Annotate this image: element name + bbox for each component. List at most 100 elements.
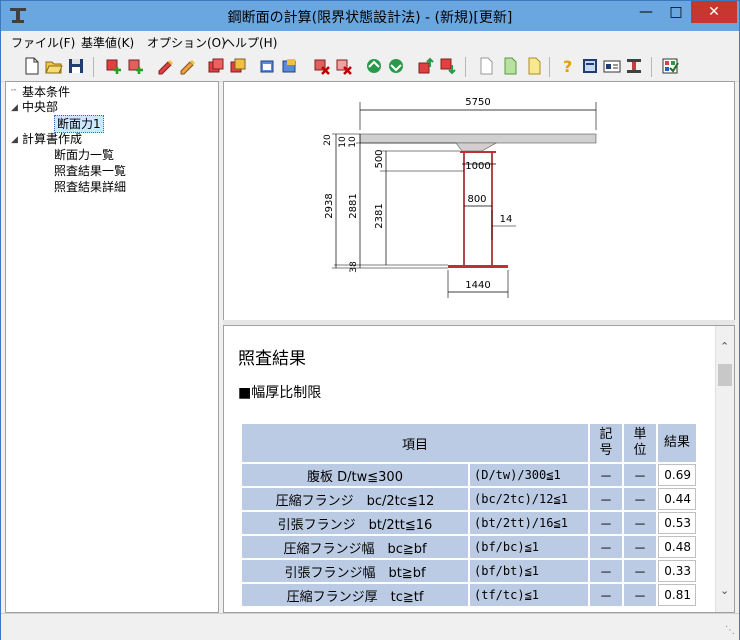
scroll-down-arrow-icon[interactable]: ⌄ [720, 584, 729, 597]
minimize-button[interactable]: — [631, 1, 661, 23]
menu-options[interactable]: オプション(O) [147, 34, 226, 51]
scroll-up-arrow-icon[interactable]: ⌃ [720, 340, 729, 353]
id-card-icon[interactable] [603, 57, 621, 75]
dim-500: 500 [374, 149, 385, 168]
row-formula: (tf/tc)≦1 [470, 584, 588, 606]
toolbar-separator [651, 57, 652, 77]
toolbar: ? [1, 53, 739, 82]
row-item: 圧縮フランジ bc/2tc≦12 [242, 488, 468, 510]
table-row: 引張フランジ bt/2tt≦16 (bt/2tt)/16≦1 － － 0.53 [242, 512, 696, 534]
row-symbol: － [590, 584, 622, 606]
title-bar: 鋼断面の計算(限界状態設計法) - (新規)[更新] — □ ✕ [1, 1, 739, 31]
table-header-row: 項目 記号 単位 結果 [242, 424, 696, 462]
table-row: 圧縮フランジ厚 tc≧tf (tf/tc)≦1 － － 0.81 [242, 584, 696, 606]
copy-section-icon[interactable] [207, 57, 225, 75]
row-symbol: － [590, 488, 622, 510]
yellow-doc-icon[interactable] [525, 57, 543, 75]
row-value: 0.44 [658, 488, 696, 510]
tree-node-report[interactable]: 計算書作成 [22, 131, 82, 147]
green-doc-icon[interactable] [501, 57, 519, 75]
menu-help[interactable]: ヘルプ(H) [223, 34, 277, 51]
app-window: 鋼断面の計算(限界状態設計法) - (新規)[更新] — □ ✕ ファイル(F)… [0, 0, 740, 640]
insert-up-icon[interactable] [417, 57, 435, 75]
row-item: 引張フランジ bt/2tt≦16 [242, 512, 468, 534]
row-item: 圧縮フランジ幅 bc≧bf [242, 536, 468, 558]
table-row: 圧縮フランジ bc/2tc≦12 (bc/2tc)/12≦1 － － 0.44 [242, 488, 696, 510]
move-up-icon[interactable] [365, 57, 383, 75]
save-icon[interactable] [67, 57, 85, 75]
table-row: 腹板 D/tw≦300 (D/tw)/300≦1 － － 0.69 [242, 464, 696, 486]
add-force-icon[interactable] [127, 57, 145, 75]
tree-node-force-list[interactable]: 断面力一覧 [54, 147, 114, 163]
move-down-icon[interactable] [387, 57, 405, 75]
open-folder-icon[interactable] [45, 57, 63, 75]
menu-standard-values[interactable]: 基準値(K) [81, 34, 134, 51]
help-icon[interactable]: ? [559, 57, 577, 75]
paste-force-icon[interactable] [281, 57, 299, 75]
row-symbol: － [590, 560, 622, 582]
result-panel: 照査結果 ■幅厚比制限 項目 記号 単位 結果 腹板 D/tw≦300 (D/t… [223, 325, 735, 613]
row-formula: (D/tw)/300≦1 [470, 464, 588, 486]
maximize-button[interactable]: □ [661, 1, 691, 23]
header-item: 項目 [242, 424, 588, 462]
dim-10-a: 10 [338, 136, 348, 148]
lower-flange [448, 265, 508, 268]
add-section-icon[interactable] [105, 57, 123, 75]
dim-2381: 2381 [374, 203, 385, 228]
copy-force-icon[interactable] [229, 57, 247, 75]
close-button[interactable]: ✕ [691, 1, 737, 23]
delete-force-icon[interactable] [335, 57, 353, 75]
edit-pencil-icon[interactable] [157, 57, 175, 75]
manual-book-icon[interactable] [581, 57, 599, 75]
toolbar-separator [549, 57, 550, 77]
settings-checklist-icon[interactable] [661, 57, 679, 75]
menu-bar: ファイル(F) 基準値(K) オプション(O) ヘルプ(H) [1, 31, 739, 51]
row-value: 0.81 [658, 584, 696, 606]
dim-top-width: 5750 [465, 97, 490, 108]
window-title: 鋼断面の計算(限界状態設計法) - (新規)[更新] [227, 10, 513, 26]
tree-expand-arrow[interactable]: ◢ [11, 103, 18, 113]
result-scrollbar[interactable]: ⌃ ⌄ [715, 326, 734, 612]
dim-10-b: 10 [348, 136, 358, 148]
row-item: 腹板 D/tw≦300 [242, 464, 468, 486]
header-unit: 単位 [624, 424, 656, 462]
dim-web-14: 14 [500, 214, 513, 225]
tree-connector: ┈ [11, 86, 17, 96]
new-file-icon[interactable] [23, 57, 41, 75]
i-beam-icon[interactable] [625, 57, 643, 75]
row-value: 0.33 [658, 560, 696, 582]
insert-down-icon[interactable] [439, 57, 457, 75]
row-unit: － [624, 488, 656, 510]
girder-section-drawing: 5750 20 10 10 500 2938 2881 2381 38 1000… [323, 97, 597, 298]
svg-text:?: ? [563, 57, 572, 75]
row-symbol: － [590, 536, 622, 558]
row-unit: － [624, 512, 656, 534]
result-title: 照査結果 [238, 349, 306, 369]
menu-file[interactable]: ファイル(F) [11, 34, 75, 51]
row-unit: － [624, 560, 656, 582]
dim-2938: 2938 [324, 193, 335, 218]
paste-section-icon[interactable] [259, 57, 277, 75]
tree-node-basic-conditions[interactable]: 基本条件 [22, 84, 70, 100]
scroll-thumb[interactable] [718, 364, 732, 386]
tree-node-center[interactable]: 中央部 [22, 99, 58, 115]
dim-1440: 1440 [465, 280, 490, 291]
dim-800: 800 [467, 194, 486, 205]
delete-section-icon[interactable] [313, 57, 331, 75]
edit-pencil-alt-icon[interactable] [179, 57, 197, 75]
deck-slab [359, 133, 597, 144]
haunch [455, 142, 498, 152]
tree-expand-arrow[interactable]: ◢ [11, 135, 18, 145]
upper-flange [460, 151, 496, 153]
header-symbol: 記号 [590, 424, 622, 462]
tree-node-check-detail[interactable]: 照査結果詳細 [54, 179, 126, 195]
dim-20: 20 [323, 134, 333, 146]
row-value: 0.48 [658, 536, 696, 558]
row-formula: (bt/2tt)/16≦1 [470, 512, 588, 534]
table-row: 圧縮フランジ幅 bc≧bf (bf/bc)≦1 － － 0.48 [242, 536, 696, 558]
resize-grip-icon[interactable]: ⋱ [725, 625, 735, 636]
result-section-heading: ■幅厚比制限 [238, 385, 322, 401]
tree-node-check-list[interactable]: 照査結果一覧 [54, 163, 126, 179]
row-item: 引張フランジ幅 bt≧bf [242, 560, 468, 582]
blank-doc-icon[interactable] [477, 57, 495, 75]
